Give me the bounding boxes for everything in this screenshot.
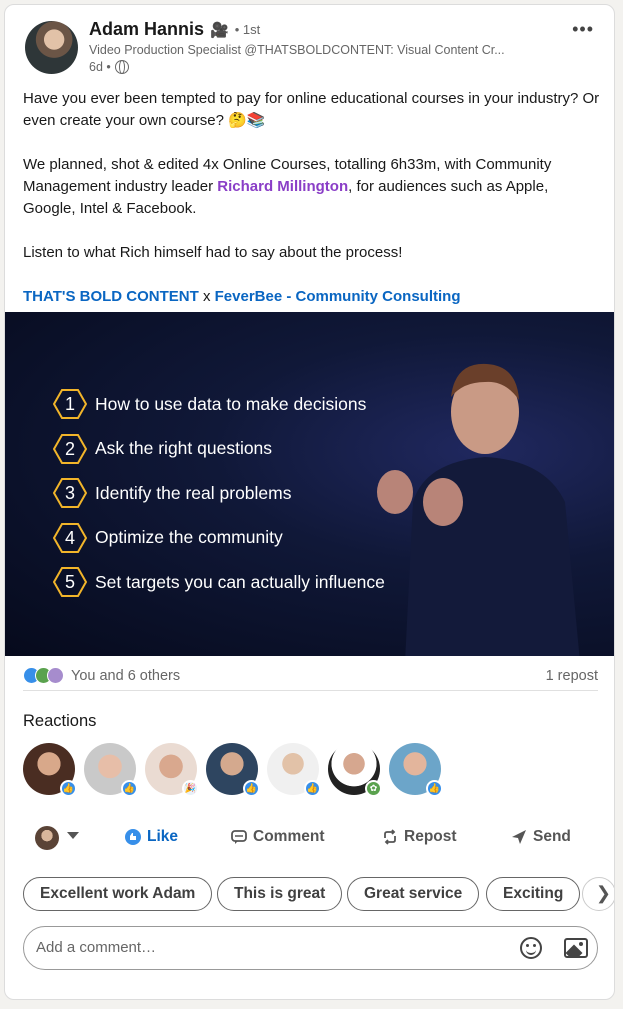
course-topic: 3 Identify the real problems <box>53 471 385 516</box>
author-headline: Video Production Specialist @THATSBOLDCO… <box>89 43 505 57</box>
send-label: Send <box>533 828 571 845</box>
support-badge-icon: ✿ <box>365 780 382 797</box>
link-separator: x <box>198 288 215 305</box>
topic-number: 1 <box>64 394 75 415</box>
reactor-avatar[interactable]: 👍 <box>84 743 138 797</box>
post-card: Adam Hannis 🎥 • 1st Video Production Spe… <box>4 4 615 1000</box>
reactions-heading: Reactions <box>23 712 97 730</box>
hexagon-number: 2 <box>53 433 87 464</box>
like-badge-icon: 👍 <box>121 780 138 797</box>
send-button[interactable]: Send <box>511 828 571 846</box>
celebrate-badge-icon: 🎉 <box>182 780 199 797</box>
camera-icon: 🎥 <box>210 21 229 39</box>
topic-number: 5 <box>64 572 75 593</box>
reactor-avatar[interactable]: 👍 <box>389 743 443 797</box>
like-button[interactable]: Like <box>125 828 178 846</box>
chevron-right-icon[interactable]: ❯ <box>582 877 614 911</box>
reactor-avatar[interactable]: ✿ <box>328 743 382 797</box>
hexagon-number: 3 <box>53 478 87 509</box>
topic-number: 3 <box>64 483 75 504</box>
course-topic-list: 1 How to use data to make decisions 2 As… <box>53 382 385 605</box>
connection-degree: • 1st <box>234 22 261 37</box>
repost-label: Repost <box>404 828 457 845</box>
celebrate-reaction-icon <box>47 667 64 684</box>
company-link[interactable]: FeverBee - Community Consulting <box>215 288 461 305</box>
like-icon <box>125 829 141 845</box>
video-player[interactable]: 1 How to use data to make decisions 2 As… <box>5 312 614 656</box>
like-badge-icon: 👍 <box>304 780 321 797</box>
more-options-icon[interactable]: ••• <box>572 19 594 40</box>
course-topic: 4 Optimize the community <box>53 516 385 561</box>
topic-text: Identify the real problems <box>95 482 292 503</box>
reactor-avatar[interactable]: 👍 <box>267 743 321 797</box>
reactor-avatar[interactable]: 👍 <box>206 743 260 797</box>
company-link[interactable]: THAT'S BOLD CONTENT <box>23 288 199 305</box>
like-badge-icon: 👍 <box>426 780 443 797</box>
post-text: Have you ever been tempted to pay for on… <box>23 88 603 330</box>
course-topic: 2 Ask the right questions <box>53 427 385 472</box>
mention-link[interactable]: Richard Millington <box>217 178 348 195</box>
author-name[interactable]: Adam Hannis <box>89 19 204 40</box>
hexagon-number: 5 <box>53 567 87 598</box>
like-badge-icon: 👍 <box>60 780 77 797</box>
author-name-row: Adam Hannis 🎥 • 1st <box>89 19 260 40</box>
repost-icon <box>384 829 396 845</box>
topic-number: 4 <box>64 527 75 548</box>
chevron-down-icon[interactable] <box>67 832 79 839</box>
reaction-count[interactable]: You and 6 others <box>71 668 180 684</box>
course-topic: 1 How to use data to make decisions <box>53 382 385 427</box>
topic-text: Ask the right questions <box>95 438 273 459</box>
emoji-icon[interactable] <box>520 937 542 959</box>
action-bar: Like Comment Repost Send <box>5 820 614 854</box>
topic-text: Optimize the community <box>95 527 283 548</box>
suggestion-chip[interactable]: Excellent work Adam <box>23 877 213 911</box>
post-age: 6d • <box>89 60 111 74</box>
send-icon <box>512 830 526 844</box>
post-paragraph: We planned, shot & edited 4x Online Cour… <box>23 154 603 220</box>
suggestion-chip[interactable]: This is great <box>217 877 343 911</box>
suggestion-chip[interactable]: Great service <box>347 877 480 911</box>
image-icon[interactable] <box>564 938 588 958</box>
globe-icon <box>114 60 129 74</box>
post-paragraph: Listen to what Rich himself had to say a… <box>23 244 403 261</box>
comment-label: Comment <box>253 828 325 845</box>
post-links: THAT'S BOLD CONTENT x FeverBee - Communi… <box>23 286 603 308</box>
course-topic: 5 Set targets you can actually influence <box>53 560 385 605</box>
post-paragraph: Have you ever been tempted to pay for on… <box>23 90 600 129</box>
comment-box <box>23 926 598 970</box>
comment-input[interactable] <box>36 927 506 968</box>
speaker-figure <box>377 363 580 656</box>
actor-avatar[interactable] <box>35 826 59 850</box>
topic-number: 2 <box>64 438 75 459</box>
topic-text: Set targets you can actually influence <box>95 571 385 592</box>
author-avatar[interactable] <box>25 21 78 74</box>
comment-icon <box>231 830 247 844</box>
reaction-summary[interactable] <box>23 667 67 685</box>
topic-text: How to use data to make decisions <box>95 393 367 414</box>
comment-button[interactable]: Comment <box>231 828 324 846</box>
post-time: 6d • <box>89 60 129 74</box>
reactor-avatar[interactable]: 👍 <box>23 743 77 797</box>
social-counts: You and 6 others 1 repost <box>23 663 598 691</box>
like-label: Like <box>147 828 179 845</box>
like-badge-icon: 👍 <box>243 780 260 797</box>
reactor-avatar[interactable]: 🎉 <box>145 743 199 797</box>
hexagon-number: 4 <box>53 522 87 553</box>
suggestion-chip[interactable]: Exciting <box>486 877 581 911</box>
post-header: Adam Hannis 🎥 • 1st Video Production Spe… <box>5 5 614 85</box>
repost-count[interactable]: 1 repost <box>546 668 598 684</box>
repost-button[interactable]: Repost <box>382 828 457 846</box>
hexagon-number: 1 <box>53 389 87 420</box>
